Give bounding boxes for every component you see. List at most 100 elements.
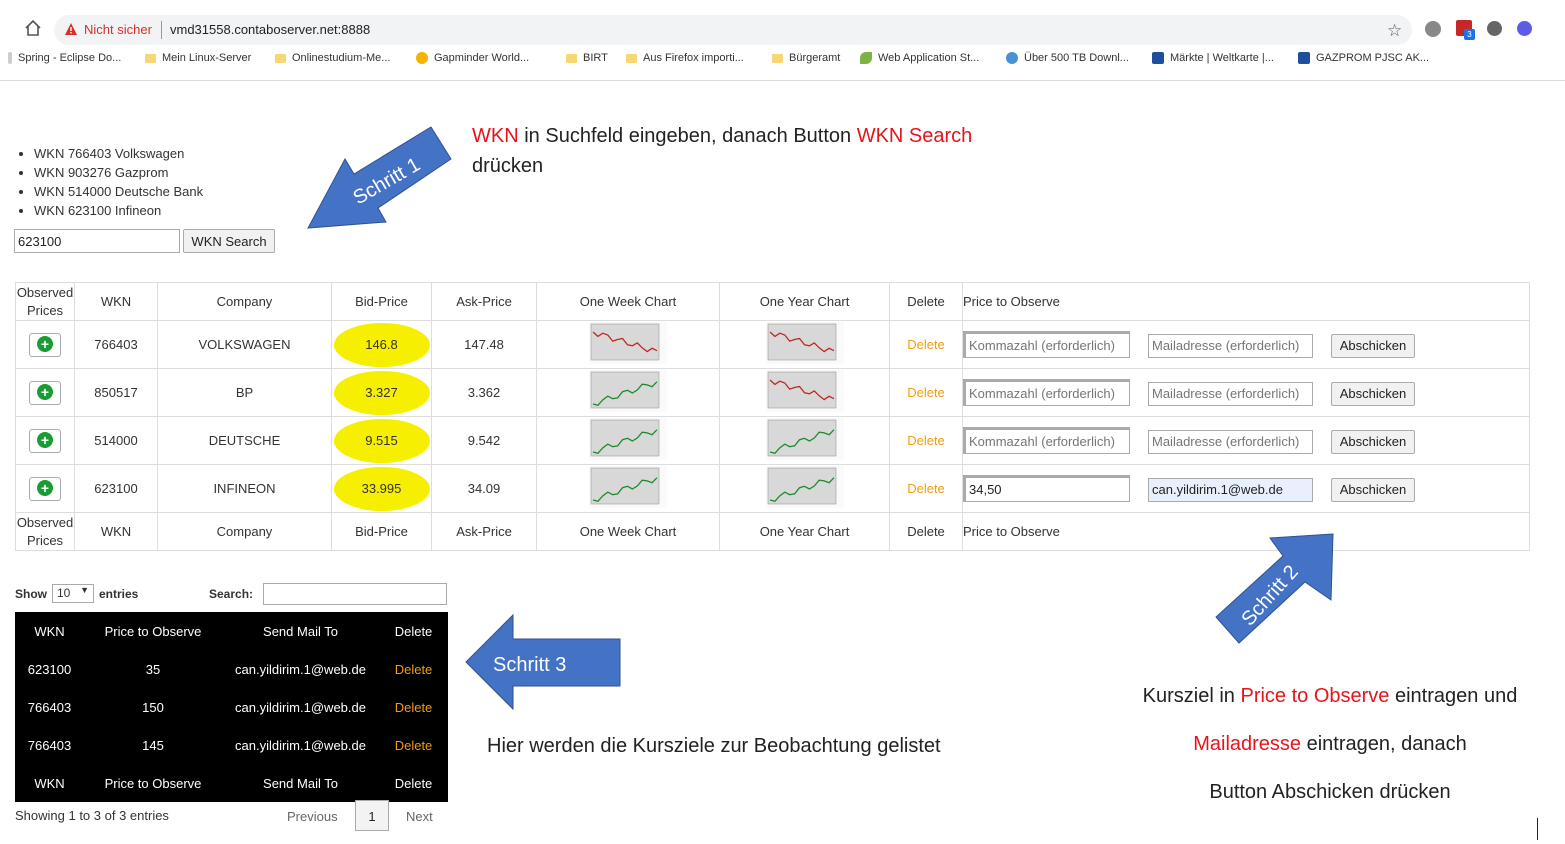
wkn-search-button[interactable]: WKN Search [183,229,275,253]
extension-purple-icon[interactable] [1517,21,1532,36]
extension-red-icon[interactable]: 3 [1456,20,1475,40]
add-observe-button[interactable] [29,380,61,405]
table-row: 850517BP3.3273.362 Delete Abschicken [15,368,1530,417]
ask-cell: 3.362 [431,368,537,417]
dt-wkn: 766403 [27,737,72,753]
bid-cell: 146.8 [331,320,432,369]
show-label: Show [15,586,47,601]
schritt3-arrow: Schritt 3 [465,614,621,710]
list-item: WKN 623100 Infineon [34,201,203,220]
bookmark-label: Web Application St... [878,52,980,64]
submit-button[interactable]: Abschicken [1331,477,1415,502]
note2-text: eintragen und [1389,685,1518,707]
security-label[interactable]: Nicht sicher [84,15,152,45]
footer-col: Ask-Price [431,512,537,551]
next-button[interactable]: Next [406,809,433,824]
submit-button[interactable]: Abschicken [1331,333,1415,358]
add-observe-button[interactable] [29,428,61,453]
col-company: Company [157,282,332,321]
bookmark-item[interactable]: Über 500 TB Downl... [1006,52,1129,64]
bookmark-folder[interactable]: Aus Firefox importi... [626,52,744,64]
mail-input[interactable] [1148,477,1313,502]
bookmark-label: Aus Firefox importi... [643,52,744,64]
bid-cell: 3.327 [331,368,432,417]
price-input[interactable] [963,427,1130,454]
footer-col: Delete [889,512,963,551]
chevron-down-icon: ▼ [80,585,89,595]
year-chart-cell [719,464,890,513]
mail-input[interactable] [1148,333,1313,358]
chart-icon [1152,52,1164,64]
submit-button[interactable]: Abschicken [1331,429,1415,454]
observe-cell: Abschicken [962,320,1530,369]
col-delete: Delete [889,282,963,321]
add-observe-button[interactable] [29,476,61,501]
dt-delete-link[interactable]: Delete [379,650,448,688]
year-chart-cell [719,320,890,369]
mail-input[interactable] [1148,381,1313,406]
bookmark-label: BIRT [583,52,608,64]
week-chart-image [589,466,667,508]
price-input[interactable] [963,379,1130,406]
address-divider [161,21,162,39]
wkn-search-input[interactable] [14,229,180,253]
schritt3-label: Schritt 3 [493,654,566,676]
bookmark-item[interactable]: Web Application St... [860,52,979,64]
bookmark-item[interactable]: GAZPROM PJSC AK... [1298,52,1429,64]
footer-col: One Week Chart [536,512,720,551]
delete-link[interactable]: Delete [889,320,963,369]
bookmark-label: Bürgeramt [789,52,841,64]
dt-delete-link[interactable]: Delete [379,688,448,726]
dt-price: 145 [142,737,164,753]
bid-price: 146.8 [333,322,430,367]
observed-cell [15,320,75,369]
footer-col: One Year Chart [719,512,890,551]
bookmark-label: GAZPROM PJSC AK... [1316,52,1430,64]
col-price-observe: Price to Observe [962,282,1530,321]
page-1-button[interactable]: 1 [355,800,389,831]
note1-wkn: WKN [472,125,519,147]
dt-delete-link[interactable]: Delete [379,726,448,764]
entries-select[interactable]: 10 ▼ [52,584,94,603]
dt-price: 150 [142,699,164,715]
bookmark-folder[interactable]: Bürgeramt [772,52,840,64]
price-input[interactable] [963,475,1130,502]
footer-col: Bid-Price [331,512,432,551]
datatable-search-input[interactable] [263,583,447,605]
search-label: Search: [209,587,254,601]
bookmark-item[interactable]: Gapminder World... [416,52,529,64]
bookmark-folder[interactable]: Onlinestudium-Me... [275,52,390,64]
delete-link[interactable]: Delete [889,464,963,513]
week-chart-cell [536,416,720,465]
submit-button[interactable]: Abschicken [1331,381,1415,406]
bookmark-item[interactable]: Spring - Eclipse Do... [8,52,121,64]
url-text[interactable]: vmd31558.contaboserver.net:8888 [170,15,370,45]
address-bar[interactable]: Nicht sicher vmd31558.contaboserver.net:… [54,15,1412,45]
schritt1-arrow: Schritt 1 [307,126,452,229]
wkn-list: WKN 766403 Volkswagen WKN 903276 Gazprom… [18,144,203,220]
note2-text: eintragen, danach [1301,733,1467,755]
note-step1: WKN in Suchfeld eingeben, danach Button … [472,121,972,181]
dt-col-mail: Send Mail To [263,623,338,639]
extension-gear-icon[interactable] [1425,21,1441,37]
bookmark-folder[interactable]: Mein Linux-Server [145,52,251,64]
home-icon[interactable] [24,19,42,42]
dt-mail: can.yildirim.1@web.de [235,661,366,677]
warning-icon [64,22,78,41]
add-observe-button[interactable] [29,332,61,357]
delete-link[interactable]: Delete [889,368,963,417]
stocks-table: Observed Prices WKN Company Bid-Price As… [15,282,1530,551]
dt-wkn: 623100 [27,661,72,677]
bookmark-folder[interactable]: BIRT [566,52,608,64]
leaf-icon [860,52,872,64]
bookmark-item[interactable]: Märkte | Weltkarte |... [1152,52,1274,64]
star-icon[interactable]: ☆ [1387,21,1402,41]
extension-check-icon[interactable] [1487,21,1502,36]
price-input[interactable] [963,331,1130,358]
previous-button[interactable]: Previous [287,809,338,824]
list-item: WKN 766403 Volkswagen [34,144,203,163]
col-bid: Bid-Price [331,282,432,321]
delete-link[interactable]: Delete [889,416,963,465]
mail-input[interactable] [1148,429,1313,454]
dt-mail: can.yildirim.1@web.de [235,699,366,715]
